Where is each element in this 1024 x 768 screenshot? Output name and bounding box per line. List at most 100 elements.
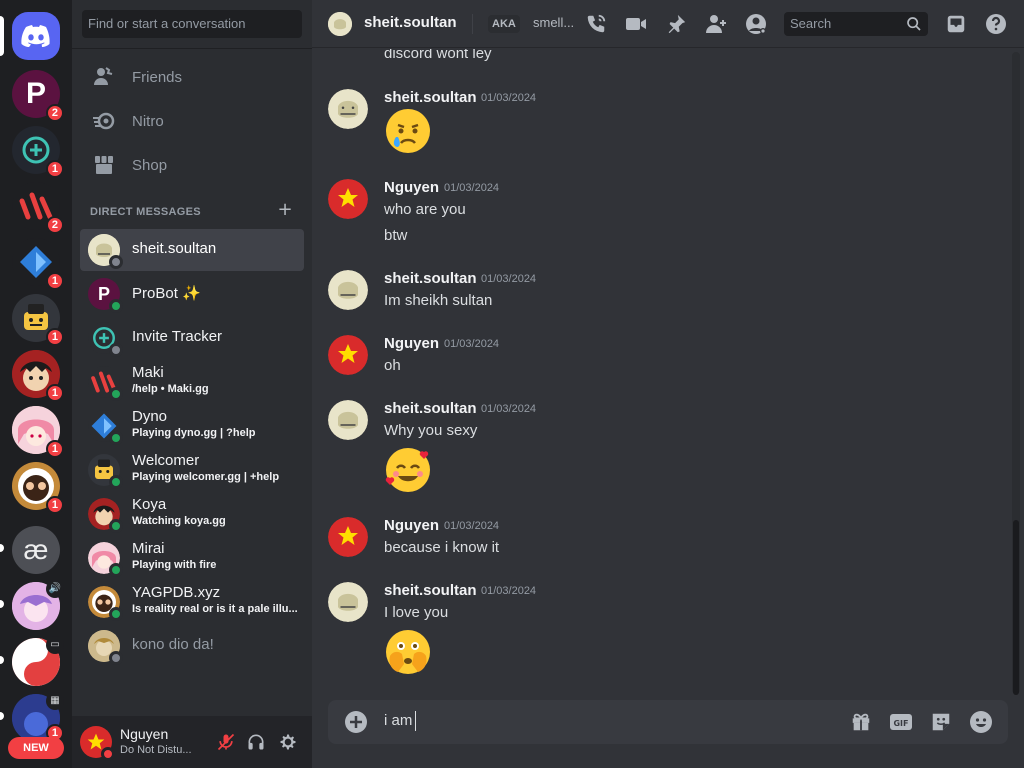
conversation-search-input[interactable]: Find or start a conversation	[82, 10, 302, 38]
mute-microphone-button[interactable]	[214, 730, 238, 754]
help-button[interactable]	[984, 12, 1008, 36]
nav-shop[interactable]: Shop	[80, 144, 304, 186]
user-settings-button[interactable]	[276, 730, 300, 754]
dm-item-dyno[interactable]: Dyno Playing dyno.gg | ?help	[80, 405, 304, 447]
dm-item-mirai[interactable]: Mirai Playing with fire	[80, 537, 304, 579]
message-author[interactable]: Nguyen	[384, 517, 439, 534]
emoji-icon	[970, 711, 992, 733]
emoji-picker-button[interactable]	[969, 710, 993, 734]
show-user-profile-button[interactable]	[744, 12, 768, 36]
dm-item-maki[interactable]: Maki /help • Maki.gg	[80, 361, 304, 403]
dm-name: Dyno	[132, 408, 168, 425]
avatar[interactable]	[328, 270, 368, 310]
avatar[interactable]	[328, 400, 368, 440]
discord-logo-icon	[21, 25, 50, 47]
dm-name: Welcomer	[132, 452, 200, 469]
avatar	[88, 498, 123, 533]
sticker-picker-button[interactable]	[929, 710, 953, 734]
server-maki[interactable]: 2	[12, 182, 64, 234]
nav-friends-label: Friends	[132, 68, 183, 86]
avatar	[88, 366, 123, 401]
server-koya[interactable]: 1	[12, 350, 64, 402]
header-username[interactable]: sheit.soultan	[364, 14, 457, 31]
add-friends-to-dm-button[interactable]	[704, 12, 728, 36]
nav-nitro-label: Nitro	[132, 112, 164, 130]
header-search-input[interactable]: Search	[784, 12, 928, 36]
dm-item-welcomer[interactable]: Welcomer Playing welcomer.gg | +help	[80, 449, 304, 491]
message-text: because i know it	[384, 539, 500, 556]
mention-badge: 1	[45, 160, 64, 178]
direct-messages-header: DIRECT MESSAGES	[90, 206, 201, 218]
server-11[interactable]: 🔊	[12, 580, 64, 630]
avatar	[88, 630, 123, 665]
message-timestamp: 01/03/2024	[481, 92, 537, 104]
dm-name: Maki	[132, 364, 164, 381]
deafen-button[interactable]	[244, 730, 268, 754]
create-dm-plus-icon[interactable]: +	[277, 201, 293, 219]
attach-button[interactable]	[344, 710, 368, 734]
server-mirai[interactable]: 1	[12, 406, 64, 458]
send-gift-button[interactable]	[849, 710, 873, 734]
server-13[interactable]: ▦ 1	[12, 692, 64, 742]
message-timestamp: 01/03/2024	[481, 403, 537, 415]
voice-call-button[interactable]	[584, 12, 608, 36]
message-input[interactable]: i am	[384, 712, 412, 729]
home-button[interactable]	[12, 12, 60, 60]
message-author[interactable]: Nguyen	[384, 179, 439, 196]
user-name: Nguyen	[120, 726, 169, 742]
message-author[interactable]: sheit.soultan	[384, 270, 477, 287]
dm-item-kono-dio-da[interactable]: kono dio da!	[80, 625, 304, 667]
friends-icon	[92, 65, 116, 89]
dm-item-yagpdb[interactable]: YAGPDB.xyz Is reality real or is it a pa…	[80, 581, 304, 623]
phone-call-icon	[587, 14, 606, 33]
dm-item-koya[interactable]: Koya Watching koya.gg	[80, 493, 304, 535]
avatar	[88, 454, 123, 489]
dm-item-sheit-soultan[interactable]: sheit.soultan	[80, 229, 304, 271]
message-author[interactable]: sheit.soultan	[384, 582, 477, 599]
dm-name: kono dio da!	[132, 636, 214, 653]
avatar[interactable]	[328, 517, 368, 557]
pinned-messages-button[interactable]	[664, 12, 688, 36]
aka-names[interactable]: smell...	[533, 15, 574, 30]
status-indicator	[109, 343, 123, 357]
server-invite-tracker[interactable]: 1	[12, 126, 64, 178]
dm-item-probot[interactable]: P ProBot ✨	[80, 273, 304, 315]
avatar[interactable]	[328, 335, 368, 375]
avatar	[88, 586, 123, 621]
message-text: Why you sexy	[384, 422, 478, 439]
avatar[interactable]	[328, 179, 368, 219]
server-12[interactable]: ▭	[12, 636, 64, 686]
mention-badge: 1	[45, 384, 64, 402]
calendar-icon: ▦	[46, 692, 64, 710]
divider	[72, 48, 312, 49]
avatar[interactable]	[328, 582, 368, 622]
user-avatar[interactable]	[80, 726, 115, 761]
server-ae[interactable]: æ	[12, 526, 60, 574]
message-text: I love you	[384, 604, 449, 621]
server-dyno[interactable]: 1	[12, 238, 64, 290]
inbox-button[interactable]	[944, 12, 968, 36]
avatar	[88, 234, 123, 269]
message-author[interactable]: sheit.soultan	[384, 400, 477, 417]
pin-icon	[668, 14, 686, 34]
nav-nitro[interactable]: Nitro	[80, 100, 304, 142]
server-yagpdb[interactable]: 1	[12, 462, 64, 514]
message-author[interactable]: sheit.soultan	[384, 89, 477, 106]
server-welcomer[interactable]: 1	[12, 294, 64, 346]
video-call-button[interactable]	[624, 12, 648, 36]
message-author[interactable]: Nguyen	[384, 335, 439, 352]
message-composer[interactable]: i am GIF	[328, 700, 1008, 744]
dm-item-invite-tracker[interactable]: Invite Tracker	[80, 317, 304, 359]
gif-picker-button[interactable]: GIF	[889, 710, 913, 734]
avatar[interactable]	[328, 89, 368, 129]
search-placeholder: Search	[790, 16, 832, 31]
svg-text:GIF: GIF	[893, 719, 908, 728]
nav-shop-label: Shop	[132, 156, 168, 174]
ae-server-icon: æ	[12, 526, 60, 574]
server-rail: P 2 1 2 1 1 1 1 1 æ 🔊 ▭ ▦ 1 NEW	[0, 0, 72, 768]
scrollbar-thumb[interactable]	[1013, 520, 1019, 695]
new-unreads-badge[interactable]: NEW	[8, 737, 64, 759]
server-probot[interactable]: P 2	[12, 70, 64, 122]
nav-friends[interactable]: Friends	[80, 56, 304, 98]
avatar	[88, 410, 123, 445]
